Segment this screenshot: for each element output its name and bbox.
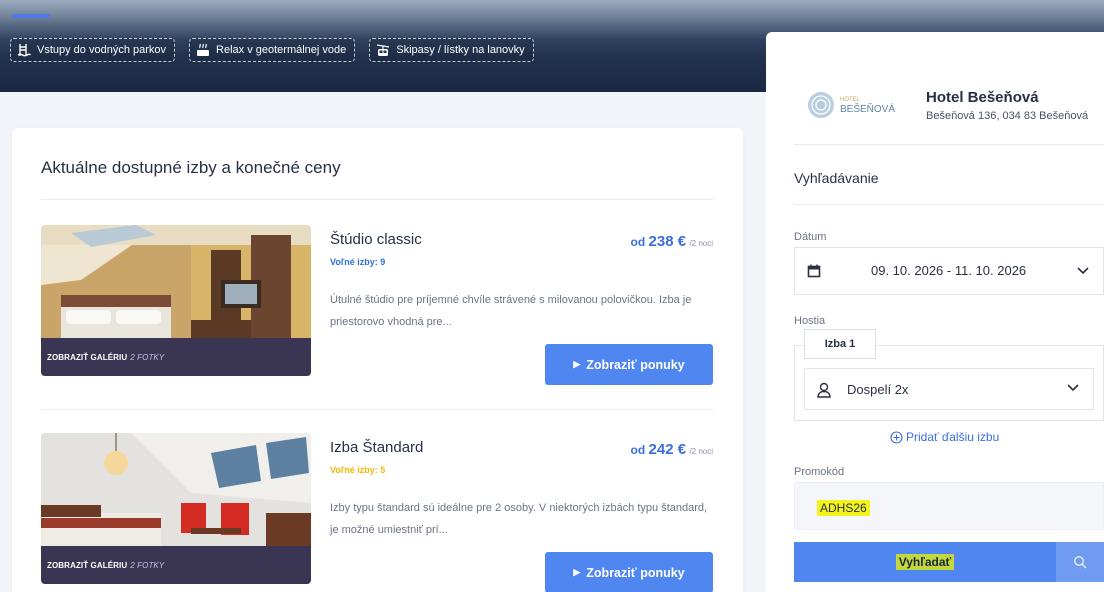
search-title: Vyhľadávanie [794,170,879,186]
gallery-link[interactable]: ZOBRAZIŤ GALÉRIU 2 FOTKY [41,546,311,584]
pool-ladder-icon [17,44,31,57]
date-value: 09. 10. 2026 - 11. 10. 2026 [871,263,1027,278]
divider [41,199,713,200]
play-icon: ▶ [573,359,581,369]
logo-small-text: HOTEL [840,97,861,103]
promo-label: Promokód [794,466,845,478]
cable-car-icon [377,44,390,56]
divider [794,204,1104,205]
search-button[interactable]: Vyhľadať [794,542,1056,582]
price-value: 242 € [648,441,687,458]
adults-value: Dospelí 2x [847,382,909,397]
date-label: Dátum [794,231,827,243]
price-value: 238 € [648,233,687,250]
chip-label: Skipasy / lístky na lanovky [396,44,525,56]
room-photo[interactable]: ZOBRAZIŤ GALÉRIU 2 FOTKY [41,433,311,584]
price-unit: /2 noci [689,447,713,456]
chip-water-parks[interactable]: Vstupy do vodných parkov [10,38,176,62]
play-icon: ▶ [573,567,581,577]
hotel-logo: HOTEL BEŠEŇOVÁ [808,92,895,118]
chip-label: Relax v geotermálnej vode [216,44,347,56]
calendar-icon [807,264,821,278]
room-photo[interactable]: ZOBRAZIŤ GALÉRIU 2 FOTKY [41,225,311,376]
room-price: od 242 € /2 noci [631,441,713,458]
plus-circle-icon [890,430,903,444]
chip-label: Vstupy do vodných parkov [37,44,167,56]
room-card: ZOBRAZIŤ GALÉRIU 2 FOTKY Izba Štandard V… [41,433,713,592]
user-icon [817,382,831,398]
room-card: ZOBRAZIŤ GALÉRIU 2 FOTKY Štúdio classic … [41,225,713,385]
promo-code-input[interactable]: ADHS26 [794,482,1104,530]
show-offers-button[interactable]: ▶ Zobraziť ponuky [545,552,713,592]
room-availability: Voľné izby: 9 [330,257,386,267]
button-label: Zobraziť ponuky [586,565,685,580]
gallery-label: ZOBRAZIŤ GALÉRIU [47,560,128,570]
show-offers-button[interactable]: ▶ Zobraziť ponuky [545,344,713,385]
search-icon-button[interactable] [1056,542,1104,582]
price-unit: /2 noci [689,239,713,248]
hotel-address: Bešeňová 136, 034 83 Bešeňová [926,110,1089,122]
chevron-down-icon [1067,384,1079,392]
search-icon [1073,555,1087,569]
chevron-down-icon [1077,267,1089,275]
adults-select[interactable]: Dospelí 2x [804,368,1094,410]
room-price: od 238 € /2 noci [631,233,713,250]
guests-label: Hostia [794,315,826,327]
room-description: Útulné štúdio pre príjemné chvíle stráve… [330,294,692,328]
rooms-title: Aktuálne dostupné izby a konečné ceny [41,158,341,177]
button-label: Zobraziť ponuky [586,357,685,372]
chip-thermal-water[interactable]: Relax v geotermálnej vode [189,38,356,62]
thermal-bath-icon [197,43,210,56]
price-prefix: od [630,235,646,249]
add-room-link[interactable]: Pridať ďalšiu izbu [890,430,999,444]
room-description: Izby typu štandard sú ideálne pre 2 osob… [330,502,708,536]
price-prefix: od [630,443,646,457]
chip-skipasses[interactable]: Skipasy / lístky na lanovky [369,38,534,62]
gallery-count: 2 FOTKY [130,560,165,570]
divider [41,409,713,410]
room-name[interactable]: Izba Štandard [330,439,423,456]
date-range-picker[interactable]: 09. 10. 2026 - 11. 10. 2026 [794,247,1104,295]
add-room-label: Pridať ďalšiu izbu [906,430,1000,444]
booking-sidebar: HOTEL BEŠEŇOVÁ Hotel Bešeňová Bešeňová 1… [766,32,1104,592]
rooms-card: Aktuálne dostupné izby a konečné ceny ZO… [12,128,743,592]
room-tab[interactable]: Izba 1 [804,329,876,359]
hotel-name: Hotel Bešeňová [926,89,1039,106]
logo-big-text: BEŠEŇOVÁ [840,102,895,115]
gallery-link[interactable]: ZOBRAZIŤ GALÉRIU 2 FOTKY [41,338,311,376]
divider [794,144,1104,145]
room-availability: Voľné izby: 5 [330,465,386,475]
room-name[interactable]: Štúdio classic [330,231,422,248]
feature-chips: Vstupy do vodných parkov Relax v geoterm… [10,38,534,62]
banner-accent-bar [12,14,50,18]
gallery-label: ZOBRAZIŤ GALÉRIU [47,352,128,362]
gallery-count: 2 FOTKY [130,352,165,362]
search-button-label: Vyhľadať [895,554,955,570]
promo-value: ADHS26 [817,500,870,516]
